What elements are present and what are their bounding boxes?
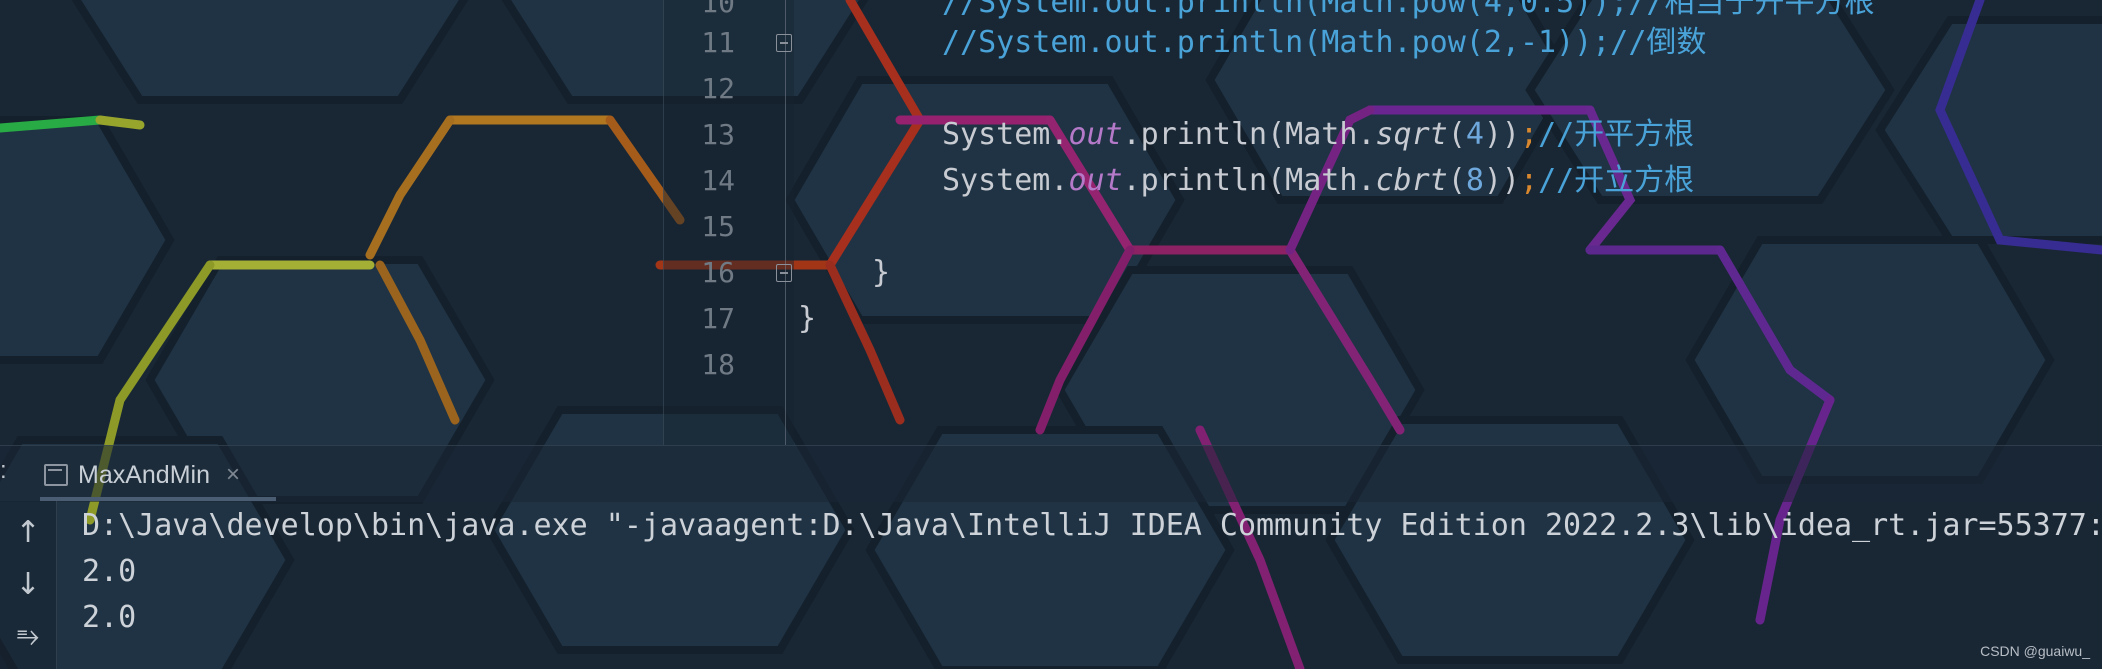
- code-token: 8: [1465, 163, 1484, 198]
- code-line-14[interactable]: System.out.println(Math.cbrt(8));//开立方根: [942, 158, 1694, 204]
- run-panel-label: :: [0, 457, 7, 484]
- line-number: 15: [701, 210, 735, 243]
- code-token: )): [1483, 163, 1520, 198]
- hexagon-wallpaper: [0, 0, 2102, 669]
- console-output-line[interactable]: D:\Java\develop\bin\java.exe "-javaagent…: [82, 503, 2102, 549]
- line-number: 11: [701, 26, 735, 59]
- code-line-11[interactable]: //System.out.println(Math.pow(2,-1));//倒…: [942, 20, 1706, 66]
- code-token: ;: [1520, 117, 1539, 152]
- code-token: (: [1447, 163, 1466, 198]
- console-toolbar: ↑ ↓ ⥱: [0, 501, 57, 669]
- code-token: 4: [1465, 117, 1484, 152]
- run-tab-bar: [0, 445, 2102, 502]
- fold-guide-line: [785, 0, 786, 445]
- code-token: System.: [942, 163, 1069, 198]
- code-token: System.: [942, 117, 1069, 152]
- active-tab-indicator: [40, 497, 276, 501]
- console-output-line[interactable]: 2.0: [82, 595, 136, 641]
- arrow-up-icon[interactable]: ↑: [10, 514, 46, 550]
- tab-label: MaxAndMin: [78, 460, 210, 489]
- code-comment: //开平方根: [1538, 117, 1695, 152]
- line-number: 12: [701, 72, 735, 105]
- code-line-16[interactable]: }: [872, 250, 890, 296]
- line-number: 14: [701, 164, 735, 197]
- code-token: out: [1068, 117, 1123, 152]
- soft-wrap-icon[interactable]: ⥱: [10, 618, 46, 654]
- console-output-line[interactable]: 2.0: [82, 549, 136, 595]
- code-token: ;: [1520, 163, 1539, 198]
- code-token: .println(Math.: [1122, 163, 1376, 198]
- tab-maxandmin[interactable]: MaxAndMin ×: [44, 453, 240, 497]
- line-number: 16: [701, 256, 735, 289]
- run-config-icon: [44, 464, 68, 486]
- watermark: CSDN @guaiwu_: [1980, 643, 2090, 659]
- code-token: out: [1068, 163, 1123, 198]
- code-token: (: [1447, 117, 1466, 152]
- code-token: sqrt: [1375, 117, 1448, 152]
- code-token: )): [1483, 117, 1520, 152]
- code-token: cbrt: [1375, 163, 1448, 198]
- arrow-down-icon[interactable]: ↓: [10, 566, 46, 602]
- line-number: 18: [701, 348, 735, 381]
- code-comment: //开立方根: [1538, 163, 1695, 198]
- fold-marker-icon[interactable]: [776, 34, 792, 52]
- line-number: 17: [701, 302, 735, 335]
- code-line-17[interactable]: }: [798, 296, 816, 342]
- code-line-13[interactable]: System.out.println(Math.sqrt(4));//开平方根: [942, 112, 1694, 158]
- close-icon[interactable]: ×: [226, 461, 240, 489]
- line-number: 13: [701, 118, 735, 151]
- code-token: .println(Math.: [1122, 117, 1376, 152]
- fold-marker-icon[interactable]: [776, 264, 792, 282]
